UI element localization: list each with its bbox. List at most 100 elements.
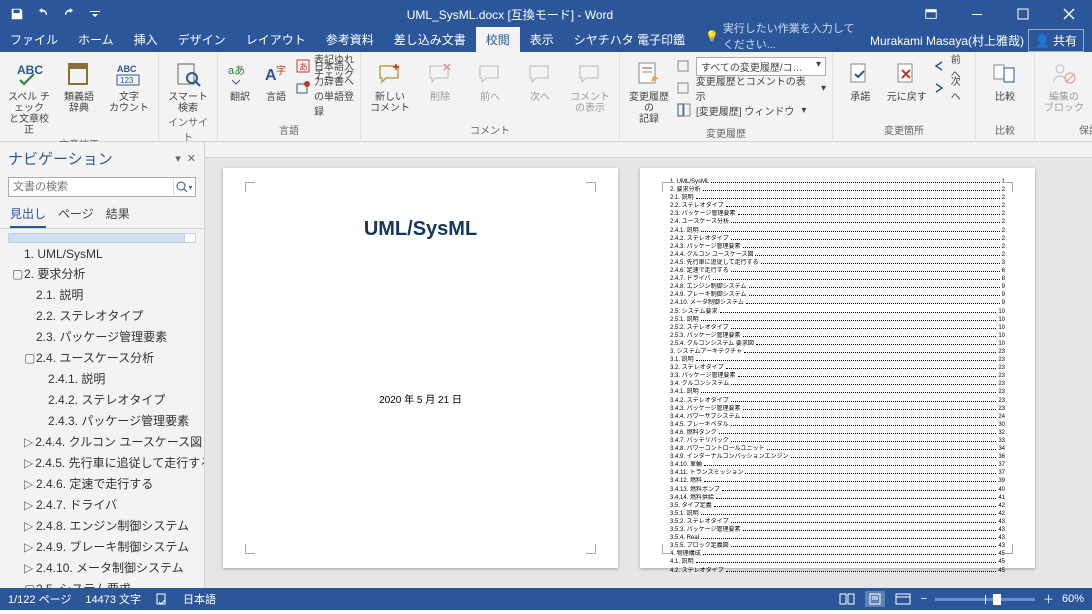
share-button[interactable]: 👤共有 xyxy=(1028,29,1084,52)
toc-entry: 3.4.10. 車輪37 xyxy=(670,461,1005,469)
nextchange-button[interactable]: 次へ xyxy=(932,78,969,98)
outline-item[interactable]: ▢2.4. ユースケース分析 xyxy=(0,347,204,368)
tab-references[interactable]: 参考資料 xyxy=(316,27,384,52)
table-of-contents: 1. UML/SysML12. 要求分析22.1. 説明22.2. ステレオタイ… xyxy=(640,168,1035,585)
compare-button[interactable]: 比較 xyxy=(982,56,1028,103)
nav-tab-results[interactable]: 結果 xyxy=(106,205,130,228)
tab-home[interactable]: ホーム xyxy=(68,27,124,52)
thesaurus-button[interactable]: 類義語 辞典 xyxy=(56,56,102,114)
weblayout-icon[interactable] xyxy=(893,591,913,607)
showcomments-icon xyxy=(574,58,606,90)
blockauthors-button[interactable]: 編集の ブロック xyxy=(1041,56,1087,114)
zoom-slider[interactable] xyxy=(935,598,1035,601)
page-indicator[interactable]: 1/122 ページ xyxy=(8,591,71,607)
search-icon[interactable]: ▾ xyxy=(173,178,195,196)
outline-item[interactable]: ▷2.4.10. メータ制御システム xyxy=(0,557,204,578)
ribbon-options-icon[interactable] xyxy=(908,0,954,28)
tab-insert[interactable]: 挿入 xyxy=(124,27,168,52)
outline-item[interactable]: 1. UML/SysML xyxy=(0,245,204,263)
nav-search[interactable]: ▾ xyxy=(8,177,196,197)
maximize-icon[interactable] xyxy=(1000,0,1046,28)
toc-entry: 3.4.9. インターナルコンバッションエンジン36 xyxy=(670,453,1005,461)
language-indicator[interactable]: 日本語 xyxy=(183,591,216,607)
tab-shachihata[interactable]: シヤチハタ 電子印鑑 xyxy=(564,27,695,52)
nextcomment-button[interactable]: 次へ xyxy=(517,56,563,103)
outline-item[interactable]: ▷2.4.5. 先行車に追従して走行する xyxy=(0,452,204,473)
tab-file[interactable]: ファイル xyxy=(0,27,68,52)
account-name[interactable]: Murakami Masaya(村上雅哉) xyxy=(870,32,1024,49)
trackchanges-button[interactable]: 変更履歴の 記録 xyxy=(626,56,672,125)
trackchanges-icon xyxy=(633,58,665,90)
printlayout-icon[interactable] xyxy=(865,591,885,607)
nextcomment-icon xyxy=(524,58,556,90)
document-area[interactable]: UML/SysML 2020 年 5 月 21 日 1. UML/SysML12… xyxy=(205,142,1092,588)
outline-item[interactable]: ▷2.4.4. クルコン ユースケース図 xyxy=(0,431,204,452)
zoom-out-icon[interactable]: − xyxy=(921,593,927,605)
group-compare-label: 比較 xyxy=(982,122,1028,139)
word-count[interactable]: 14473 文字 xyxy=(85,591,141,607)
tab-view[interactable]: 表示 xyxy=(520,27,564,52)
translate-button[interactable]: aあ翻訳 xyxy=(224,56,256,103)
outline-item[interactable]: ▢2.5. システム要求 xyxy=(0,578,204,588)
accept-button[interactable]: 承諾 xyxy=(839,56,882,103)
close-icon[interactable] xyxy=(1046,0,1092,28)
redo-icon[interactable] xyxy=(58,3,80,25)
zoom-in-icon[interactable]: ＋ xyxy=(1043,591,1054,607)
outline-tree[interactable]: 1. UML/SysML▢2. 要求分析2.1. 説明2.2. ステレオタイプ2… xyxy=(0,245,204,588)
main-area: ナビゲーション ▾✕ ▾ 見出し ページ 結果 1. UML/SysML▢2. … xyxy=(0,142,1092,588)
outline-item[interactable]: ▷2.4.9. ブレーキ制御システム xyxy=(0,536,204,557)
horizontal-ruler[interactable] xyxy=(205,142,1092,158)
document-date: 2020 年 5 月 21 日 xyxy=(263,391,578,406)
reject-button[interactable]: 元に戻す xyxy=(886,56,929,103)
nextchange-icon xyxy=(932,80,947,96)
nav-tab-headings[interactable]: 見出し xyxy=(10,205,46,228)
save-icon[interactable] xyxy=(6,3,28,25)
outline-item[interactable]: 2.2. ステレオタイプ xyxy=(0,305,204,326)
page-2[interactable]: 1. UML/SysML12. 要求分析22.1. 説明22.2. ステレオタイ… xyxy=(640,168,1035,568)
outline-item[interactable]: 2.1. 説明 xyxy=(0,284,204,305)
tab-review[interactable]: 校閲 xyxy=(476,27,520,52)
showmarkup-button[interactable]: 変更履歴とコメントの表示▾ xyxy=(676,78,826,98)
proofing-icon[interactable] xyxy=(155,592,169,606)
chevron-down-icon[interactable]: ▾ xyxy=(175,152,181,165)
wordcount-button[interactable]: ABC123文字 カウント xyxy=(106,56,152,114)
close-icon[interactable]: ✕ xyxy=(187,152,196,165)
outline-item[interactable]: 2.4.3. パッケージ管理要素 xyxy=(0,410,204,431)
outline-item[interactable]: ▷2.4.6. 定速で走行する xyxy=(0,473,204,494)
nav-tab-pages[interactable]: ページ xyxy=(58,205,94,228)
showcomments-button[interactable]: コメント の表示 xyxy=(567,56,613,114)
outline-item[interactable]: 2.4.1. 説明 xyxy=(0,368,204,389)
undo-icon[interactable] xyxy=(32,3,54,25)
spellcheck-button[interactable]: ABCスペル チェック と文章校正 xyxy=(6,56,52,136)
outline-item[interactable]: ▢2. 要求分析 xyxy=(0,263,204,284)
toc-entry: 2.4.7. ドライバ8 xyxy=(670,275,1005,283)
imeregister-button[interactable]: 日本語入力辞書への単語登録 xyxy=(296,78,354,98)
prevcomment-icon xyxy=(474,58,506,90)
reviewingpane-button[interactable]: [変更履歴] ウィンドウ▾ xyxy=(676,100,826,120)
page-1[interactable]: UML/SysML 2020 年 5 月 21 日 xyxy=(223,168,618,568)
tab-layout[interactable]: レイアウト xyxy=(236,27,316,52)
minimize-icon[interactable] xyxy=(954,0,1000,28)
tab-design[interactable]: デザイン xyxy=(168,27,236,52)
wordcount-icon: ABC123 xyxy=(113,58,145,90)
prevcomment-button[interactable]: 前へ xyxy=(467,56,513,103)
zoom-level[interactable]: 60% xyxy=(1062,593,1084,605)
language-button[interactable]: A字言語 xyxy=(260,56,292,103)
qat-customize-icon[interactable] xyxy=(84,3,106,25)
outline-item[interactable]: ▷2.4.8. エンジン制御システム xyxy=(0,515,204,536)
newcomment-button[interactable]: 新しい コメント xyxy=(367,56,413,114)
tab-mailings[interactable]: 差し込み文書 xyxy=(384,27,476,52)
toc-entry: 2.4.10. メータ制御システム9 xyxy=(670,299,1005,307)
deletecomment-button[interactable]: 削除 xyxy=(417,56,463,103)
tell-me-search[interactable]: 💡実行したい作業を入力してください... xyxy=(695,20,862,52)
outline-item[interactable]: 2.4.2. ステレオタイプ xyxy=(0,389,204,410)
navigation-pane: ナビゲーション ▾✕ ▾ 見出し ページ 結果 1. UML/SysML▢2. … xyxy=(0,142,205,588)
search-input[interactable] xyxy=(9,178,173,196)
smartlookup-button[interactable]: スマート 検索 xyxy=(165,56,211,114)
imeregister-icon xyxy=(296,80,310,96)
nav-position-indicator[interactable] xyxy=(8,233,196,243)
toc-entry: 3.5.1. 説明42 xyxy=(670,510,1005,518)
outline-item[interactable]: ▷2.4.7. ドライバ xyxy=(0,494,204,515)
readmode-icon[interactable] xyxy=(837,591,857,607)
outline-item[interactable]: 2.3. パッケージ管理要素 xyxy=(0,326,204,347)
